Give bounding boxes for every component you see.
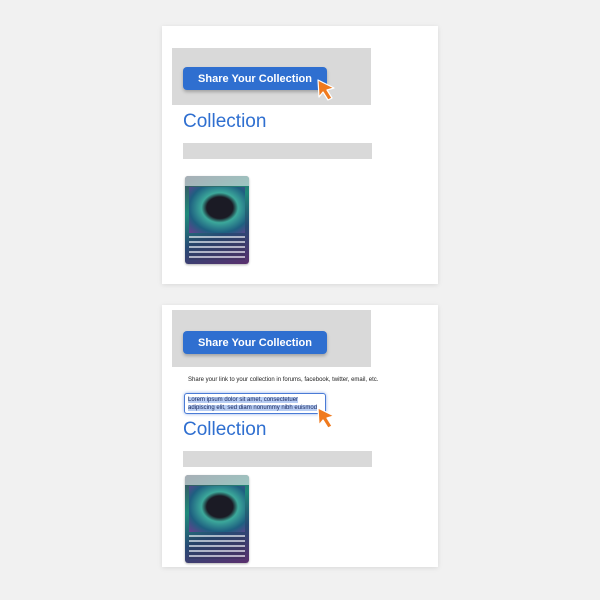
- card-header: [185, 176, 249, 186]
- placeholder-strip: [183, 143, 372, 159]
- share-collection-button[interactable]: Share Your Collection: [183, 331, 327, 354]
- collection-heading: Collection: [183, 419, 267, 440]
- pointer-cursor-icon: [317, 79, 335, 101]
- selected-link-text: Lorem ipsum dolor sit amet, consectetuer…: [188, 397, 318, 413]
- share-description: Share your link to your collection in fo…: [188, 377, 379, 383]
- collection-heading: Collection: [183, 111, 267, 132]
- placeholder-strip: [183, 451, 372, 467]
- header-bar: Share Your Collection: [172, 310, 371, 367]
- pointer-cursor-icon: [317, 407, 335, 429]
- card-artwork: [189, 486, 245, 532]
- card-header: [185, 475, 249, 485]
- share-collection-button[interactable]: Share Your Collection: [183, 67, 327, 90]
- collection-panel-after: Share Your Collection Share your link to…: [162, 305, 438, 567]
- card-text-area: [189, 236, 245, 260]
- header-bar: Share Your Collection: [172, 48, 371, 105]
- collection-panel-before: Share Your Collection Collection: [162, 26, 438, 284]
- trading-card-image[interactable]: [185, 475, 249, 563]
- share-link-field[interactable]: Lorem ipsum dolor sit amet, consectetuer…: [184, 393, 326, 414]
- trading-card-image[interactable]: [185, 176, 249, 264]
- card-artwork: [189, 187, 245, 233]
- card-text-area: [189, 535, 245, 559]
